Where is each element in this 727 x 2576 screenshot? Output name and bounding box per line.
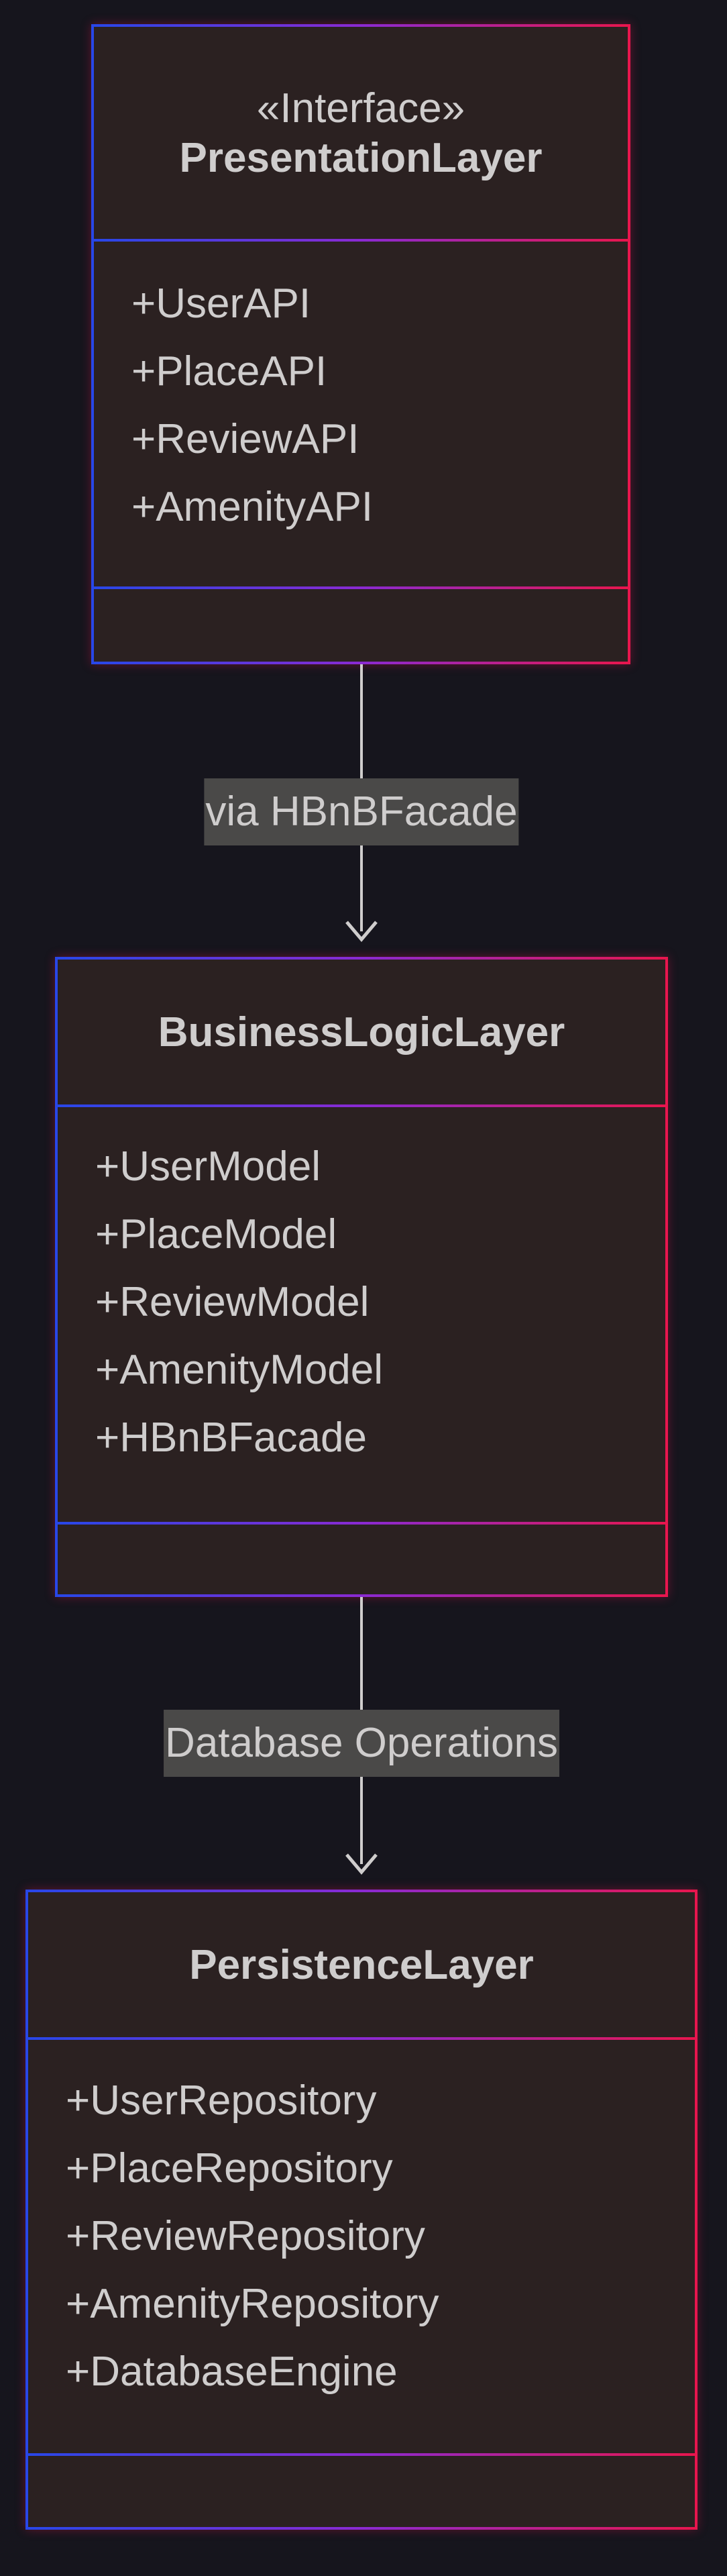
presentation-layer-header-divider: [94, 239, 628, 242]
presentation-layer-stereotype: «Interface»: [256, 85, 465, 132]
member-user-repository: +UserRepository: [66, 2077, 377, 2124]
business-logic-layer-header: BusinessLogicLayer: [58, 960, 665, 1106]
persistence-layer-header: PersistenceLayer: [28, 1892, 695, 2039]
presentation-layer-methods-divider: [94, 586, 628, 589]
member-place-repository: +PlaceRepository: [66, 2145, 393, 2192]
edge-label-database-operations: Database Operations: [164, 1710, 559, 1777]
member-review-model: +ReviewModel: [95, 1279, 370, 1325]
presentation-layer-header: «Interface» PresentationLayer: [94, 27, 628, 240]
member-review-api: +ReviewAPI: [131, 416, 359, 462]
persistence-layer-title: PersistenceLayer: [189, 1942, 534, 1988]
member-place-model: +PlaceModel: [95, 1211, 337, 1257]
persistence-layer-methods-divider: [28, 2453, 695, 2456]
persistence-layer-class[interactable]: PersistenceLayer +UserRepository +PlaceR…: [25, 1890, 697, 2530]
member-user-model: +UserModel: [95, 1143, 321, 1190]
presentation-layer-members: +UserAPI +PlaceAPI +ReviewAPI +AmenityAP…: [131, 270, 373, 541]
business-logic-layer-class[interactable]: BusinessLogicLayer +UserModel +PlaceMode…: [55, 957, 668, 1597]
member-amenity-model: +AmenityModel: [95, 1347, 384, 1393]
presentation-layer-title: PresentationLayer: [179, 135, 543, 181]
edge-presentation-to-business-arrowhead: [345, 921, 378, 942]
member-database-engine: +DatabaseEngine: [66, 2349, 398, 2395]
member-hbnb-facade: +HBnBFacade: [95, 1414, 367, 1461]
member-amenity-repository: +AmenityRepository: [66, 2281, 439, 2327]
member-user-api: +UserAPI: [131, 280, 311, 327]
member-place-api: +PlaceAPI: [131, 348, 327, 395]
edge-business-to-persistence-arrowhead: [345, 1853, 378, 1875]
persistence-layer-members: +UserRepository +PlaceRepository +Review…: [66, 2067, 439, 2406]
business-logic-layer-members: +UserModel +PlaceModel +ReviewModel +Ame…: [95, 1133, 383, 1472]
persistence-layer-header-divider: [28, 2037, 695, 2040]
member-review-repository: +ReviewRepository: [66, 2213, 425, 2259]
business-logic-layer-header-divider: [58, 1104, 665, 1107]
member-amenity-api: +AmenityAPI: [131, 484, 374, 530]
class-diagram: «Interface» PresentationLayer +UserAPI +…: [0, 0, 727, 2576]
presentation-layer-class[interactable]: «Interface» PresentationLayer +UserAPI +…: [91, 24, 630, 664]
business-logic-layer-title: BusinessLogicLayer: [158, 1009, 565, 1055]
edge-label-via-hbnbfacade: via HBnBFacade: [204, 778, 519, 845]
business-logic-layer-methods-divider: [58, 1522, 665, 1525]
